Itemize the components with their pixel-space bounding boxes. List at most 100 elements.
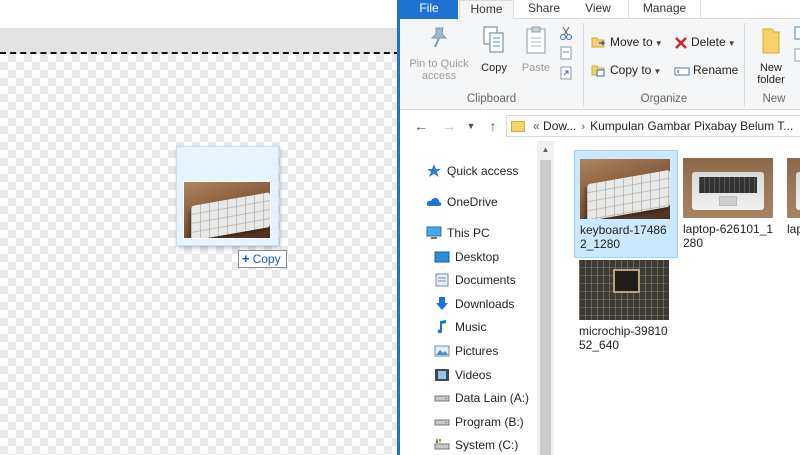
drag-copy-tooltip: + Copy (238, 250, 287, 268)
nav-item-onedrive[interactable]: OneDrive (426, 192, 498, 212)
organize-group-label: Organize (640, 93, 688, 105)
paste-button[interactable]: Paste (518, 25, 554, 74)
plus-icon: + (242, 251, 250, 266)
editor-toolbar-strip (0, 28, 400, 54)
breadcrumb-downloads[interactable]: Dow... (543, 119, 576, 133)
recent-locations-chevron-icon[interactable]: ▼ (462, 117, 480, 135)
star-icon (427, 164, 441, 177)
nav-label: Pictures (455, 344, 499, 358)
image-editor-window: + Copy (0, 0, 400, 455)
cloud-icon (426, 198, 442, 206)
nav-item-desktop[interactable]: Desktop (434, 247, 499, 267)
editor-top-area (0, 0, 400, 28)
address-bar[interactable]: « Dow... › Kumpulan Gambar Pixabay Belum T… (506, 115, 800, 137)
file-name: laptop-626101_1280 (683, 222, 774, 250)
rename-icon (674, 67, 690, 76)
nav-item-pictures[interactable]: Pictures (434, 341, 498, 361)
easy-access-icon[interactable] (794, 47, 800, 63)
copy-to-button[interactable]: Copy to ▼ (591, 60, 661, 80)
back-arrow-icon[interactable]: ← (412, 117, 430, 135)
delete-label: Delete (691, 35, 726, 49)
drive-icon (434, 419, 450, 426)
scrollbar-thumb[interactable] (540, 160, 551, 455)
file-name: lap 280 (787, 222, 800, 236)
pin-to-quick-access-button[interactable]: Pin to Quick access (408, 25, 470, 82)
file-tile-laptop[interactable]: laptop-626101_1280 (678, 150, 782, 258)
file-tile-keyboard[interactable]: keyboard-174862_1280 (574, 150, 678, 258)
nav-label: System (C:) (455, 438, 519, 452)
delete-icon (675, 37, 687, 49)
move-to-icon (591, 37, 606, 48)
file-name: keyboard-174862_1280 (580, 223, 667, 251)
new-folder-icon (762, 28, 780, 54)
rename-button[interactable]: Rename (674, 60, 738, 80)
copy-to-icon (591, 65, 605, 77)
ribbon-home-panel: Pin to Quick access Copy Paste Clipboard… (400, 19, 800, 110)
new-folder-button[interactable]: New folder (752, 25, 790, 86)
tab-home[interactable]: Home (459, 0, 514, 20)
cut-icon[interactable] (558, 25, 574, 41)
scroll-up-chevron-icon[interactable]: ▲ (537, 141, 554, 158)
ribbon-tab-bar: File Home Share View Manage (400, 0, 800, 20)
nav-item-downloads[interactable]: Downloads (434, 294, 514, 314)
navigation-pane-scrollbar[interactable]: ▲ (537, 141, 554, 455)
navigation-bar: ← → ▼ ↑ « Dow... › Kumpulan Gambar Pixabay… (400, 111, 800, 141)
paste-icon (526, 26, 546, 54)
nav-item-this-pc[interactable]: This PC (426, 223, 490, 243)
tab-manage[interactable]: Manage (628, 0, 701, 19)
keyboard-thumbnail (580, 159, 670, 219)
file-list-area[interactable]: keyboard-174862_1280 laptop-626101_1280 … (554, 141, 800, 455)
nav-label: OneDrive (447, 195, 498, 209)
nav-label: Data Lain (A:) (455, 391, 530, 405)
dragged-keyboard-thumbnail (183, 181, 271, 239)
drag-ghost-image (176, 146, 279, 246)
pin-icon (430, 27, 448, 48)
file-tile-microchip[interactable]: microchip-3981052_640 (574, 252, 678, 360)
nav-item-music[interactable]: Music (434, 317, 486, 337)
tab-share[interactable]: Share (518, 0, 570, 19)
nav-item-quick-access[interactable]: Quick access (426, 161, 518, 181)
file-tile-laptop-partial[interactable]: lap 280 (782, 150, 800, 258)
nav-item-drive-c[interactable]: System (C:) (434, 435, 518, 455)
videos-icon (435, 369, 449, 381)
computer-icon (426, 226, 442, 239)
system-drive-icon (434, 439, 450, 450)
copy-button[interactable]: Copy (476, 25, 512, 74)
tab-file[interactable]: File (400, 0, 458, 19)
copy-path-icon[interactable] (558, 45, 574, 61)
laptop-thumbnail (683, 158, 773, 218)
up-arrow-icon[interactable]: ↑ (484, 117, 502, 135)
file-name: microchip-3981052_640 (579, 324, 668, 352)
nav-item-documents[interactable]: Documents (434, 270, 516, 290)
nav-label: This PC (447, 226, 490, 240)
copy-to-label: Copy to (610, 63, 652, 77)
desktop-icon (434, 251, 450, 263)
chevron-right-icon[interactable]: › (581, 121, 585, 133)
nav-label: Desktop (455, 250, 500, 264)
address-overflow-indicator[interactable]: « (533, 119, 540, 133)
pin-label: Pin to Quick access (409, 58, 469, 82)
file-explorer-window: File Home Share View Manage Pin to Quick… (397, 0, 800, 455)
nav-item-drive-b[interactable]: Program (B:) (434, 412, 524, 432)
nav-item-drive-a[interactable]: Data Lain (A:) (434, 388, 529, 408)
rename-label: Rename (693, 63, 739, 77)
nav-item-videos[interactable]: Videos (434, 365, 491, 385)
pictures-icon (434, 345, 450, 357)
paste-shortcut-icon[interactable] (558, 65, 574, 81)
new-folder-label: New folder (757, 62, 785, 86)
tab-view[interactable]: View (574, 0, 622, 19)
breadcrumb-current-folder[interactable]: Kumpulan Gambar Pixabay Belum T... (590, 119, 793, 133)
new-item-icon[interactable] (794, 25, 800, 41)
forward-arrow-icon[interactable]: → (440, 117, 458, 135)
delete-button[interactable]: Delete ▼ (674, 32, 736, 52)
nav-label: Program (B:) (455, 415, 524, 429)
laptop-thumbnail-partial (787, 158, 800, 218)
music-icon (437, 320, 446, 334)
folder-icon (511, 121, 525, 132)
move-to-button[interactable]: Move to ▼ (591, 32, 663, 52)
nav-label: Videos (455, 368, 492, 382)
microchip-thumbnail (579, 260, 669, 320)
transparent-canvas[interactable] (0, 54, 400, 455)
clipboard-group-label: Clipboard (466, 93, 517, 105)
new-group-label: New (762, 93, 786, 105)
